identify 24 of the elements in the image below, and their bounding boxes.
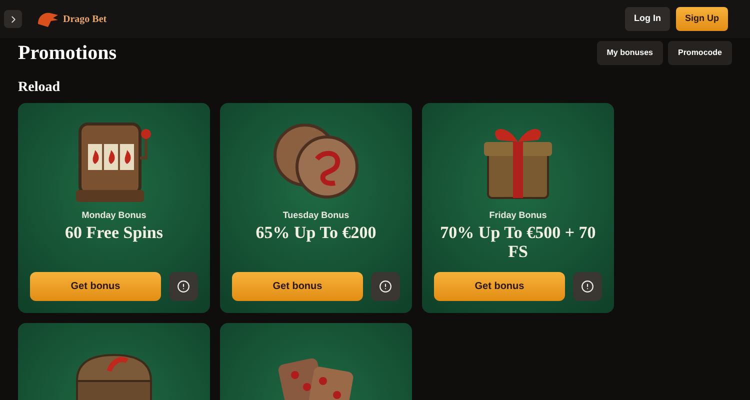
info-icon <box>581 280 594 293</box>
info-button[interactable] <box>169 272 198 301</box>
bonus-day-label: Tuesday Bonus <box>282 209 350 222</box>
coins-icon <box>271 121 361 201</box>
sidebar-toggle[interactable] <box>4 10 22 28</box>
bonus-title: 60 Free Spins <box>65 222 163 242</box>
bonus-day-label: Monday Bonus <box>82 209 146 222</box>
section-title: Reload <box>18 79 61 97</box>
get-bonus-button[interactable]: Get bonus <box>434 272 565 301</box>
bonus-title: 65% Up To €200 <box>256 222 376 242</box>
sign-up-button[interactable]: Sign Up <box>676 7 728 31</box>
get-bonus-button[interactable]: Get bonus <box>30 272 161 301</box>
page-title: Promotions <box>18 41 117 66</box>
info-icon <box>379 280 392 293</box>
log-in-button[interactable]: Log In <box>625 7 670 31</box>
brand-name: Drago Bet <box>63 12 107 26</box>
info-icon <box>177 280 190 293</box>
info-button[interactable] <box>573 272 602 301</box>
page-action-button[interactable]: My bonuses <box>596 41 663 65</box>
page-action-button[interactable]: Promocode <box>668 41 732 65</box>
bonus-title: 70% Up To €500 + 70 FS <box>439 222 597 260</box>
info-button[interactable] <box>371 272 400 301</box>
get-bonus-button[interactable]: Get bonus <box>232 272 363 301</box>
bonus-day-label: Friday Bonus <box>489 209 547 222</box>
